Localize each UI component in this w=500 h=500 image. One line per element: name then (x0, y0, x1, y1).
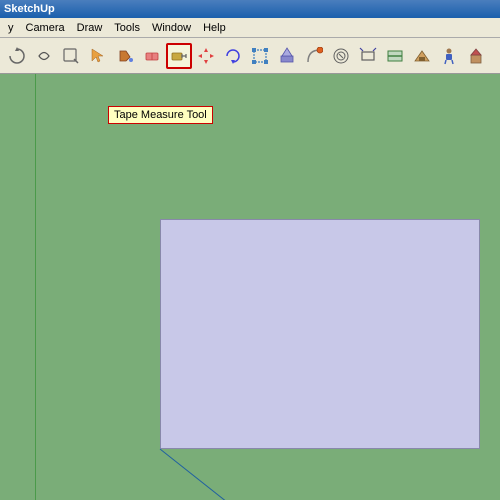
menu-y[interactable]: y (2, 20, 20, 36)
menu-help[interactable]: Help (197, 20, 232, 36)
toolbar-btn-orbit[interactable] (4, 43, 30, 69)
shape-rectangle (160, 219, 480, 449)
toolbar (0, 38, 500, 74)
axis-line-vertical (35, 74, 36, 500)
toolbar-btn-building[interactable] (463, 43, 489, 69)
toolbar-btn-tape[interactable] (166, 43, 192, 69)
title-bar-text: SketchUp (4, 3, 55, 15)
toolbar-btn-zoomext[interactable] (355, 43, 381, 69)
toolbar-btn-select[interactable] (85, 43, 111, 69)
toolbar-btn-paint[interactable] (112, 43, 138, 69)
title-bar: SketchUp (0, 0, 500, 18)
toolbar-btn-offset[interactable] (328, 43, 354, 69)
toolbar-btn-zoom[interactable] (58, 43, 84, 69)
menu-tools[interactable]: Tools (108, 20, 146, 36)
toolbar-btn-person1[interactable] (436, 43, 462, 69)
toolbar-btn-pan[interactable] (31, 43, 57, 69)
toolbar-btn-scale[interactable] (247, 43, 273, 69)
toolbar-btn-eraser[interactable] (139, 43, 165, 69)
toolbar-btn-section[interactable] (382, 43, 408, 69)
toolbar-btn-followme[interactable] (301, 43, 327, 69)
menu-window[interactable]: Window (146, 20, 197, 36)
toolbar-btn-rotate[interactable] (220, 43, 246, 69)
toolbar-btn-pushpull[interactable] (274, 43, 300, 69)
menu-camera[interactable]: Camera (20, 20, 71, 36)
menu-draw[interactable]: Draw (71, 20, 109, 36)
toolbar-btn-comp1[interactable] (409, 43, 435, 69)
menu-bar: y Camera Draw Tools Window Help (0, 18, 500, 38)
canvas-area[interactable] (0, 74, 500, 500)
app-window: SketchUp y Camera Draw Tools Window Help (0, 0, 500, 500)
toolbar-btn-move[interactable] (193, 43, 219, 69)
